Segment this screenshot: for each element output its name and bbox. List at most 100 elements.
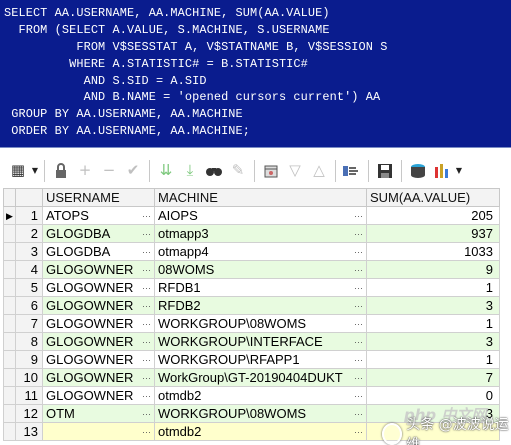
cell-username[interactable]: OTM ···: [42, 404, 155, 423]
ellipsis-icon[interactable]: ···: [352, 262, 363, 278]
ellipsis-icon[interactable]: ···: [352, 370, 363, 386]
cell-username[interactable]: GLOGOWNER ···: [42, 296, 155, 315]
ellipsis-icon[interactable]: ···: [352, 280, 363, 296]
query-by-example-icon[interactable]: [259, 159, 283, 183]
cell-sum[interactable]: 205: [366, 206, 500, 225]
ellipsis-icon[interactable]: ···: [140, 244, 151, 260]
column-header-sum[interactable]: SUM(AA.VALUE): [366, 188, 500, 207]
ellipsis-icon[interactable]: ···: [140, 226, 151, 242]
row-number[interactable]: 13: [15, 422, 43, 441]
cell-sum[interactable]: 9: [366, 260, 500, 279]
cell-machine[interactable]: RFDB2 ···: [154, 296, 367, 315]
ellipsis-icon[interactable]: ···: [140, 388, 151, 404]
fetch-next-icon[interactable]: ⇊: [154, 159, 178, 183]
cell-sum[interactable]: 3: [366, 296, 500, 315]
table-row[interactable]: 9 GLOGOWNER ··· WORKGROUP\RFAPP1 ··· 1: [3, 350, 500, 369]
cell-sum[interactable]: 1: [366, 350, 500, 369]
row-number[interactable]: 5: [15, 278, 43, 297]
ellipsis-icon[interactable]: ···: [352, 298, 363, 314]
ellipsis-icon[interactable]: ···: [352, 244, 363, 260]
sort-icon[interactable]: △: [307, 159, 331, 183]
table-row[interactable]: 4 GLOGOWNER ··· 08WOMS ··· 9: [3, 260, 500, 279]
ellipsis-icon[interactable]: ···: [140, 316, 151, 332]
save-icon[interactable]: [373, 159, 397, 183]
delete-record-icon[interactable]: −: [97, 159, 121, 183]
row-number[interactable]: 7: [15, 314, 43, 333]
row-number[interactable]: 12: [15, 404, 43, 423]
ellipsis-icon[interactable]: ···: [140, 406, 151, 422]
ellipsis-icon[interactable]: ···: [140, 424, 151, 440]
export-icon[interactable]: [340, 159, 364, 183]
column-header-username[interactable]: USERNAME: [42, 188, 155, 207]
cell-username[interactable]: GLOGOWNER ···: [42, 314, 155, 333]
table-row[interactable]: 10 GLOGOWNER ··· WorkGroup\GT-20190404DUKT ·…: [3, 368, 500, 387]
row-number[interactable]: 6: [15, 296, 43, 315]
ellipsis-icon[interactable]: ···: [140, 280, 151, 296]
chevron-down-icon[interactable]: ▼: [30, 159, 40, 183]
post-changes-icon[interactable]: ✔: [121, 159, 145, 183]
table-row[interactable]: 3 GLOGDBA ··· otmapp4 ··· 1033: [3, 242, 500, 261]
cell-sum[interactable]: 7: [366, 368, 500, 387]
cell-machine[interactable]: AIOPS ···: [154, 206, 367, 225]
table-row[interactable]: 8 GLOGOWNER ··· WORKGROUP\INTERFACE ··· 3: [3, 332, 500, 351]
ellipsis-icon[interactable]: ···: [352, 388, 363, 404]
cell-username[interactable]: ···: [42, 422, 155, 441]
cell-machine[interactable]: WORKGROUP\RFAPP1 ···: [154, 350, 367, 369]
table-row[interactable]: 5 GLOGOWNER ··· RFDB1 ··· 1: [3, 278, 500, 297]
cell-machine[interactable]: WORKGROUP\INTERFACE ···: [154, 332, 367, 351]
cell-machine[interactable]: WORKGROUP\08WOMS ···: [154, 314, 367, 333]
cell-username[interactable]: GLOGOWNER ···: [42, 332, 155, 351]
row-number[interactable]: 8: [15, 332, 43, 351]
row-number[interactable]: 3: [15, 242, 43, 261]
cell-machine[interactable]: WORKGROUP\08WOMS ···: [154, 404, 367, 423]
cell-username[interactable]: GLOGOWNER ···: [42, 386, 155, 405]
ellipsis-icon[interactable]: ···: [352, 334, 363, 350]
cell-username[interactable]: GLOGOWNER ···: [42, 350, 155, 369]
print-icon[interactable]: [406, 159, 430, 183]
cell-machine[interactable]: otmdb2 ···: [154, 386, 367, 405]
ellipsis-icon[interactable]: ···: [140, 208, 151, 224]
cell-machine[interactable]: 08WOMS ···: [154, 260, 367, 279]
chart-icon[interactable]: [430, 159, 454, 183]
row-number[interactable]: 2: [15, 224, 43, 243]
lock-icon[interactable]: [49, 159, 73, 183]
cell-sum[interactable]: 1033: [366, 242, 500, 261]
find-icon[interactable]: [202, 159, 226, 183]
ellipsis-icon[interactable]: ···: [140, 352, 151, 368]
cell-machine[interactable]: WorkGroup\GT-20190404DUKT ···: [154, 368, 367, 387]
grid-options-icon[interactable]: ▦: [6, 159, 30, 183]
cell-username[interactable]: ATOPS ···: [42, 206, 155, 225]
ellipsis-icon[interactable]: ···: [352, 208, 363, 224]
clear-icon[interactable]: ✎: [226, 159, 250, 183]
cell-sum[interactable]: 937: [366, 224, 500, 243]
row-number[interactable]: 1: [15, 206, 43, 225]
ellipsis-icon[interactable]: ···: [352, 424, 363, 440]
cell-username[interactable]: GLOGOWNER ···: [42, 278, 155, 297]
cell-sum[interactable]: 1: [366, 278, 500, 297]
row-number[interactable]: 4: [15, 260, 43, 279]
cell-username[interactable]: GLOGDBA ···: [42, 224, 155, 243]
fetch-last-icon[interactable]: ⤓: [178, 159, 202, 183]
ellipsis-icon[interactable]: ···: [140, 334, 151, 350]
ellipsis-icon[interactable]: ···: [140, 370, 151, 386]
cell-machine[interactable]: otmapp4 ···: [154, 242, 367, 261]
row-number[interactable]: 9: [15, 350, 43, 369]
ellipsis-icon[interactable]: ···: [140, 262, 151, 278]
cell-machine[interactable]: otmdb2 ···: [154, 422, 367, 441]
ellipsis-icon[interactable]: ···: [352, 352, 363, 368]
table-row[interactable]: 6 GLOGOWNER ··· RFDB2 ··· 3: [3, 296, 500, 315]
cell-username[interactable]: GLOGDBA ···: [42, 242, 155, 261]
cell-username[interactable]: GLOGOWNER ···: [42, 368, 155, 387]
cell-sum[interactable]: 1: [366, 314, 500, 333]
cell-sum[interactable]: 0: [366, 386, 500, 405]
column-header-machine[interactable]: MACHINE: [154, 188, 367, 207]
ellipsis-icon[interactable]: ···: [140, 298, 151, 314]
filter-icon[interactable]: ▽: [283, 159, 307, 183]
sql-editor[interactable]: SELECT AA.USERNAME, AA.MACHINE, SUM(AA.V…: [0, 0, 511, 148]
cell-machine[interactable]: RFDB1 ···: [154, 278, 367, 297]
add-record-icon[interactable]: +: [73, 159, 97, 183]
table-row[interactable]: 7 GLOGOWNER ··· WORKGROUP\08WOMS ··· 1: [3, 314, 500, 333]
cell-machine[interactable]: otmapp3 ···: [154, 224, 367, 243]
ellipsis-icon[interactable]: ···: [352, 406, 363, 422]
chevron-down-icon[interactable]: ▼: [454, 159, 464, 183]
